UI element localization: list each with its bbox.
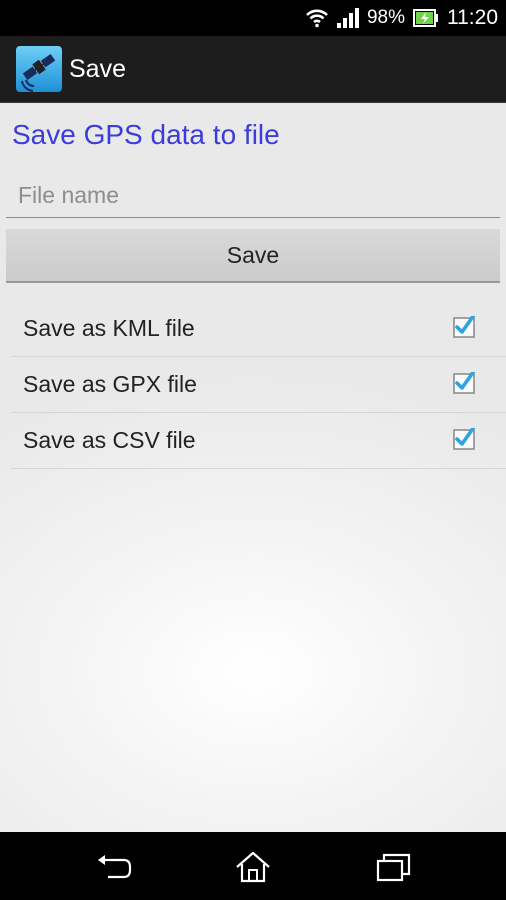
save-format-list: Save as KML file Save as GPX file Save a… bbox=[11, 301, 506, 469]
save-button[interactable]: Save bbox=[6, 229, 500, 283]
checkbox-checked-icon[interactable] bbox=[453, 316, 475, 338]
action-bar-title: Save bbox=[69, 55, 126, 83]
option-kml[interactable]: Save as KML file bbox=[11, 301, 506, 357]
battery-percent: 98% bbox=[366, 7, 405, 28]
action-bar: Save bbox=[0, 36, 506, 103]
satellite-icon[interactable] bbox=[16, 46, 62, 92]
status-icons: 98% 11:20 bbox=[305, 0, 498, 36]
option-label: Save as CSV file bbox=[23, 427, 196, 453]
home-icon[interactable] bbox=[233, 850, 273, 884]
option-gpx[interactable]: Save as GPX file bbox=[11, 357, 506, 413]
battery-charging-icon bbox=[413, 9, 438, 27]
wifi-icon bbox=[306, 9, 328, 28]
checkbox-checked-icon[interactable] bbox=[453, 372, 475, 394]
checkbox-checked-icon[interactable] bbox=[453, 428, 475, 450]
back-icon[interactable] bbox=[94, 850, 134, 884]
filename-input[interactable] bbox=[16, 175, 490, 215]
main-content: Save GPS data to file Save Save as KML f… bbox=[0, 103, 506, 832]
option-label: Save as GPX file bbox=[23, 371, 197, 397]
option-label: Save as KML file bbox=[23, 315, 195, 341]
page-title: Save GPS data to file bbox=[12, 119, 280, 150]
status-bar: 98% 11:20 bbox=[0, 0, 506, 36]
navigation-bar bbox=[0, 832, 506, 900]
clock: 11:20 bbox=[447, 6, 498, 29]
signal-icon bbox=[336, 8, 359, 28]
option-csv[interactable]: Save as CSV file bbox=[11, 413, 506, 469]
recent-apps-icon[interactable] bbox=[374, 850, 414, 884]
filename-field[interactable] bbox=[6, 173, 500, 218]
